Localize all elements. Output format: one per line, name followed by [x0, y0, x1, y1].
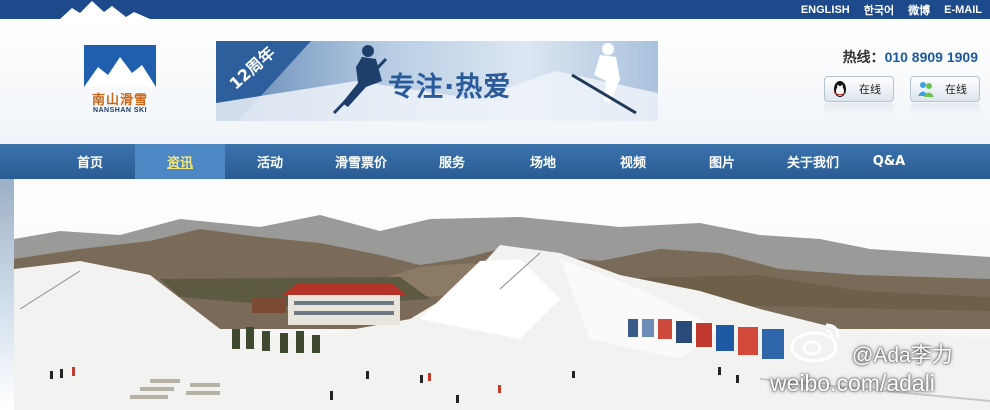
top-bar: ENGLISH 한국어 微博 E-MAIL — [0, 0, 990, 19]
watermark-url: weibo.com/adali — [770, 370, 935, 396]
msn-chat-label: 在线 — [945, 83, 967, 96]
weibo-eye-icon — [790, 323, 840, 363]
nav-item-home[interactable]: 首页 — [45, 144, 135, 179]
qq-chat-label: 在线 — [859, 83, 881, 96]
lang-english-link[interactable]: ENGLISH — [801, 4, 850, 16]
site-header: 南山滑雪 NANSHAN SKI 12周年 专注·热爱 热线：010 8909 … — [0, 19, 990, 144]
language-links: ENGLISH 한국어 微博 E-MAIL — [801, 0, 982, 19]
hotline-number: 010 8909 1909 — [884, 49, 978, 65]
site-logo[interactable]: 南山滑雪 NANSHAN SKI — [80, 45, 160, 121]
logo-english-text: NANSHAN SKI — [92, 107, 148, 114]
msn-chat-button[interactable]: 在线 — [910, 76, 980, 102]
logo-mountain-icon — [84, 45, 156, 87]
anniversary-banner[interactable]: 12周年 专注·热爱 — [216, 41, 658, 121]
nav-item-news[interactable]: 资讯 — [135, 144, 225, 179]
hotline-label: 热线： — [842, 49, 885, 65]
hotline: 热线：010 8909 1909 — [843, 47, 978, 67]
lang-korean-link[interactable]: 한국어 — [864, 2, 894, 18]
nav-item-photos[interactable]: 图片 — [677, 144, 767, 179]
logo-chinese-text: 南山滑雪 — [91, 93, 148, 108]
ski-resort-panorama: @Ada李力 weibo.com/adali — [0, 179, 990, 410]
button-reflection — [824, 103, 894, 115]
nav-item-events[interactable]: 活动 — [225, 144, 315, 179]
qq-penguin-icon — [834, 81, 846, 97]
qq-chat-button[interactable]: 在线 — [824, 76, 894, 102]
nav-item-video[interactable]: 视频 — [589, 144, 677, 179]
msn-messenger-icon — [918, 82, 934, 97]
nav-item-services[interactable]: 服务 — [407, 144, 497, 179]
email-link[interactable]: E-MAIL — [944, 4, 982, 16]
nav-item-qa[interactable]: Q&A — [859, 144, 919, 179]
banner-slogan: 专注·热爱 — [388, 72, 512, 103]
nav-item-venue[interactable]: 场地 — [497, 144, 589, 179]
nav-item-ticket-prices[interactable]: 滑雪票价 — [315, 144, 407, 179]
main-nav: 首页 资讯 活动 滑雪票价 服务 场地 视频 图片 关于我们 Q&A — [0, 144, 990, 179]
button-reflection — [910, 103, 980, 115]
mountain-logo-icon — [60, 1, 150, 19]
weibo-link[interactable]: 微博 — [908, 2, 930, 18]
watermark-handle: @Ada李力 — [852, 344, 953, 367]
nav-item-about-us[interactable]: 关于我们 — [767, 144, 859, 179]
